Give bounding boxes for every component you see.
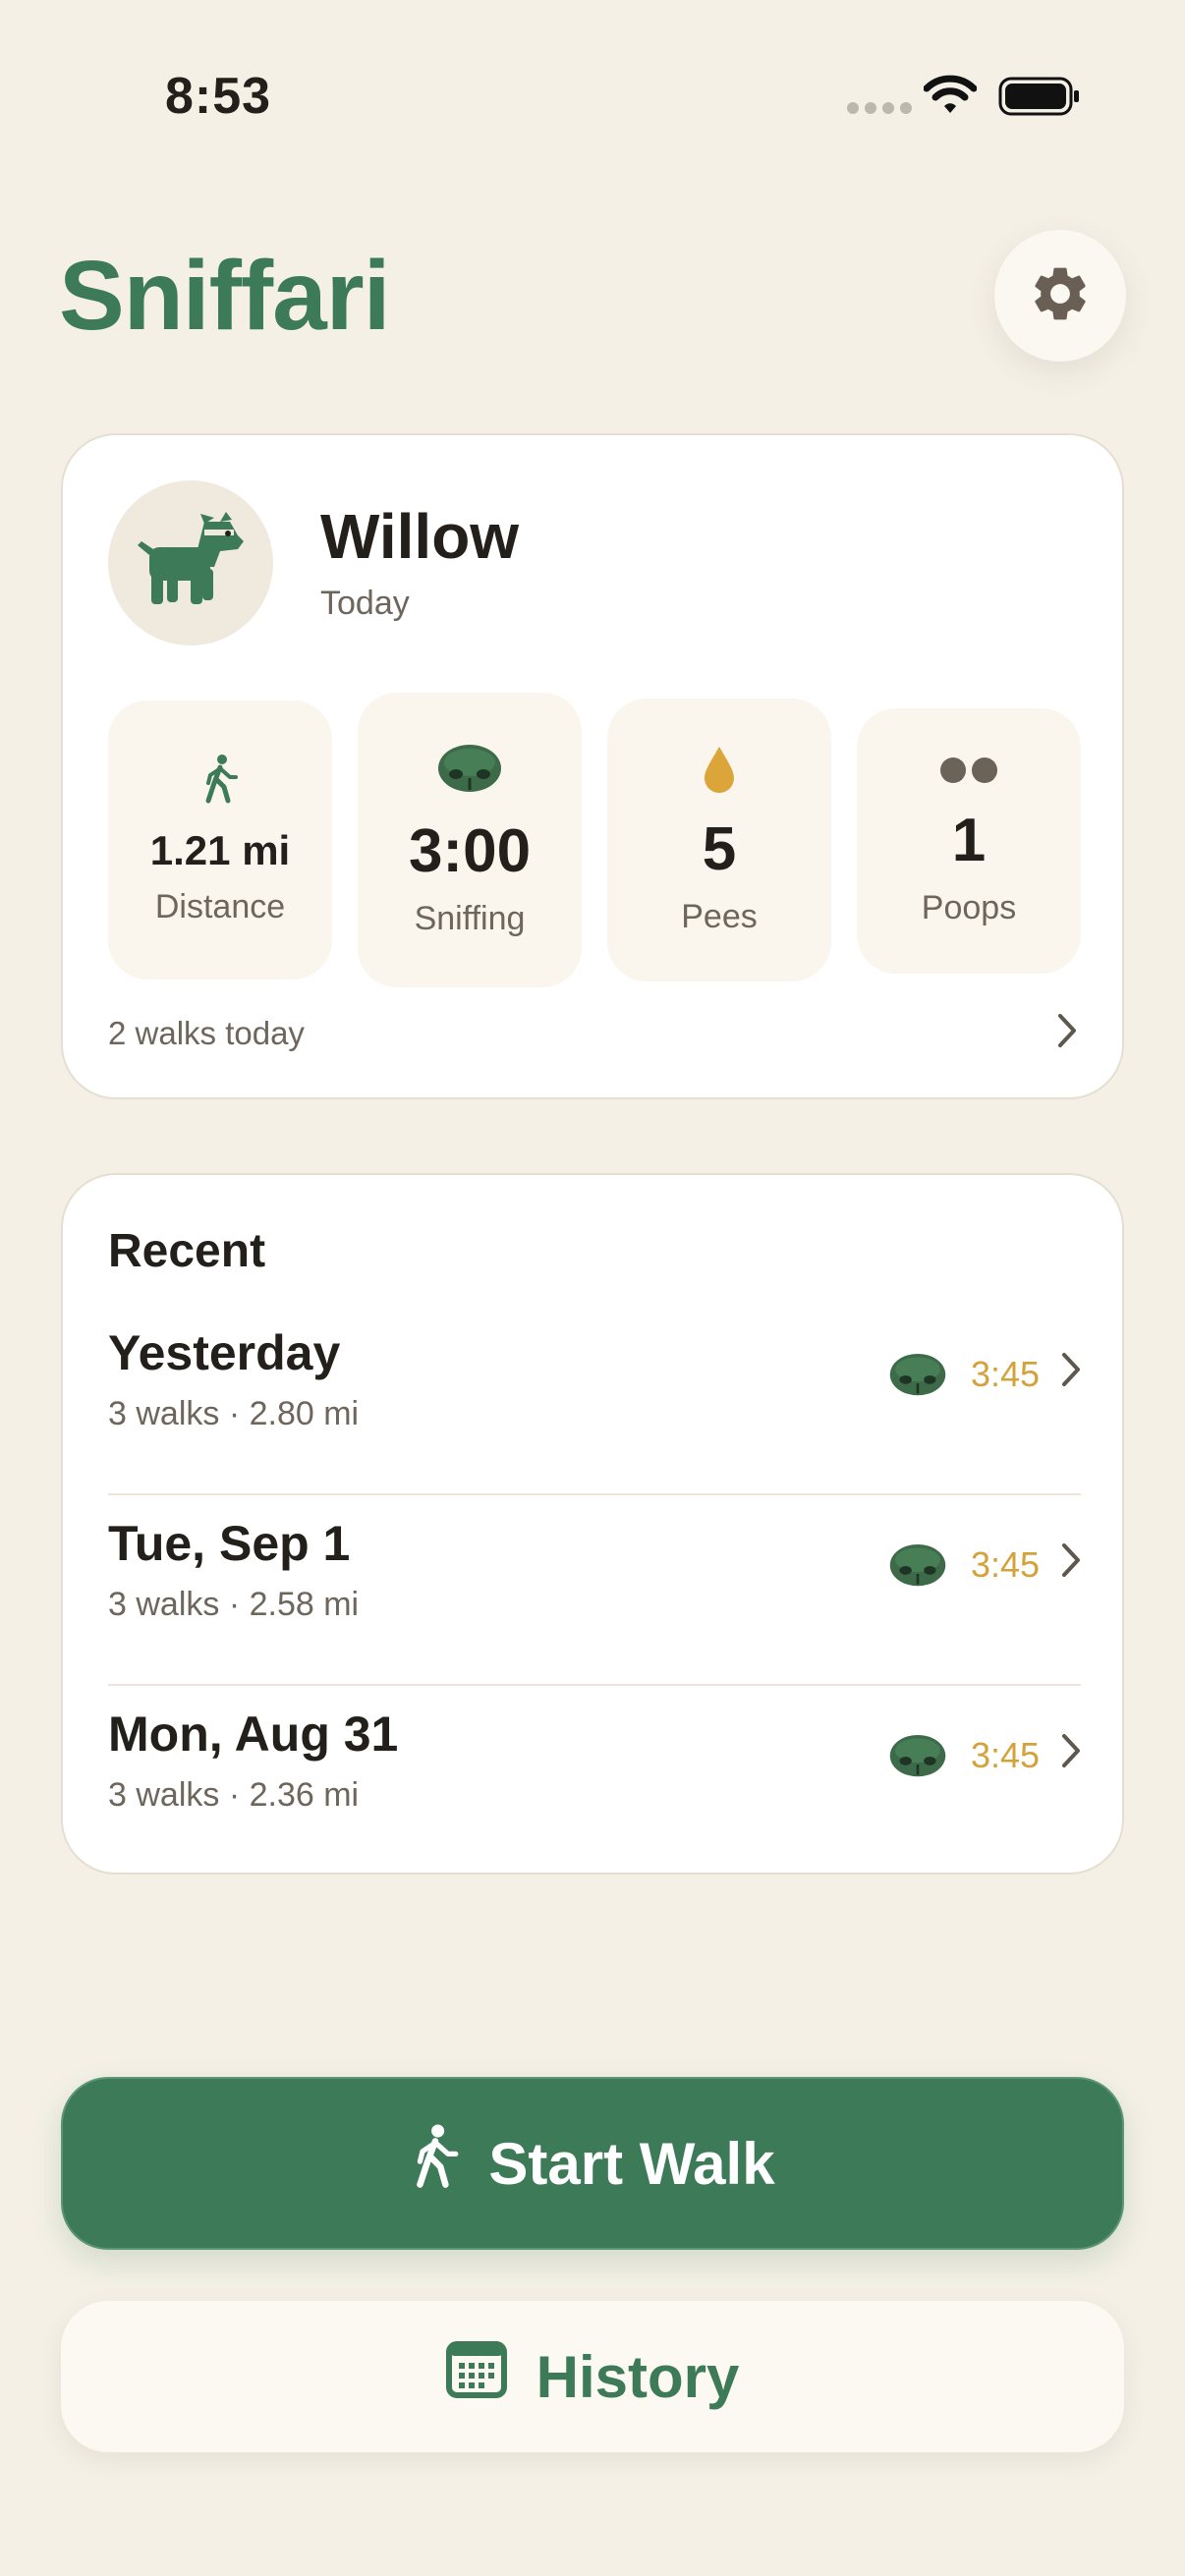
poops-value: 1 bbox=[951, 806, 987, 874]
recent-heading: Recent bbox=[108, 1225, 266, 1277]
walking-icon bbox=[410, 2121, 461, 2206]
sniffing-tile[interactable]: 3:00 Sniffing bbox=[358, 693, 582, 987]
poops-label: Poops bbox=[921, 888, 1017, 926]
walks-today-summary: 2 walks today bbox=[108, 1015, 305, 1051]
start-walk-button[interactable]: Start Walk bbox=[61, 2077, 1124, 2250]
recent-row[interactable]: Tue, Sep 1 3 walks · 2.58 mi 3:45 bbox=[108, 1495, 1081, 1686]
poop-dots-icon bbox=[937, 756, 1000, 790]
chevron-right-icon bbox=[1059, 1540, 1083, 1585]
dog-name: Willow bbox=[320, 501, 520, 572]
wifi-icon bbox=[923, 75, 978, 121]
nose-icon bbox=[888, 1352, 947, 1404]
chevron-right-icon bbox=[1059, 1350, 1083, 1394]
recent-date: Mon, Aug 31 bbox=[108, 1707, 399, 1762]
dog-icon bbox=[136, 511, 246, 615]
cellular-signal-icon bbox=[847, 102, 912, 114]
dog-avatar bbox=[108, 480, 273, 645]
recent-date: Tue, Sep 1 bbox=[108, 1516, 351, 1571]
sniff-time: 3:45 bbox=[971, 1735, 1041, 1775]
sniff-time: 3:45 bbox=[971, 1354, 1041, 1394]
nose-icon bbox=[436, 743, 503, 801]
pees-label: Pees bbox=[681, 897, 758, 935]
settings-button[interactable] bbox=[994, 230, 1126, 362]
distance-label: Distance bbox=[154, 888, 286, 925]
distance-tile[interactable]: 1.21 mi Distance bbox=[108, 700, 332, 980]
recent-date: Yesterday bbox=[108, 1325, 341, 1380]
walking-icon bbox=[200, 754, 240, 810]
recent-meta: 3 walks · 2.36 mi bbox=[108, 1776, 360, 1814]
status-time: 8:53 bbox=[165, 68, 272, 125]
recent-walks-card: Recent Yesterday 3 walks · 2.80 mi 3:45 … bbox=[61, 1173, 1124, 1875]
gear-icon bbox=[1028, 261, 1093, 331]
app-title: Sniffari bbox=[59, 241, 390, 351]
battery-icon bbox=[998, 75, 1081, 123]
recent-meta: 3 walks · 2.58 mi bbox=[108, 1586, 360, 1623]
nose-icon bbox=[888, 1733, 947, 1785]
day-label: Today bbox=[320, 585, 410, 622]
poops-tile[interactable]: 1 Poops bbox=[857, 708, 1081, 974]
drop-icon bbox=[702, 745, 737, 799]
sniffing-label: Sniffing bbox=[414, 899, 526, 937]
recent-row[interactable]: Yesterday 3 walks · 2.80 mi 3:45 bbox=[108, 1305, 1081, 1495]
sniff-time: 3:45 bbox=[971, 1544, 1041, 1585]
distance-value: 1.21 mi bbox=[149, 827, 291, 873]
pees-value: 5 bbox=[702, 814, 737, 883]
pees-tile[interactable]: 5 Pees bbox=[607, 699, 831, 981]
recent-meta: 3 walks · 2.80 mi bbox=[108, 1395, 360, 1432]
start-walk-label: Start Walk bbox=[488, 2130, 775, 2197]
nose-icon bbox=[888, 1542, 947, 1595]
today-summary-card[interactable]: Willow Today 1.21 mi Distance 3:00 Sniff… bbox=[61, 433, 1124, 1099]
sniffing-value: 3:00 bbox=[408, 816, 532, 885]
chevron-right-icon bbox=[1055, 1011, 1079, 1055]
history-button[interactable]: History bbox=[61, 2301, 1124, 2452]
calendar-icon bbox=[445, 2341, 507, 2412]
history-label: History bbox=[536, 2343, 740, 2410]
chevron-right-icon bbox=[1059, 1731, 1083, 1775]
recent-row[interactable]: Mon, Aug 31 3 walks · 2.36 mi 3:45 bbox=[108, 1686, 1081, 1876]
